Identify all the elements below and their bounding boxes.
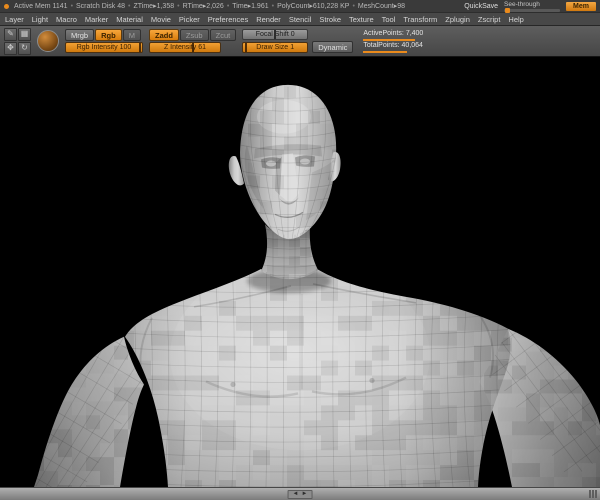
menu-texture[interactable]: Texture [349, 15, 374, 24]
mrgb-button[interactable]: Mrgb [65, 29, 95, 41]
active-mem: Active Mem 1141 [14, 2, 68, 10]
dynamic-button[interactable]: Dynamic [312, 41, 354, 53]
zbrush-window: Active Mem 1141 Scratch Disk 48 ZTime▸1,… [0, 0, 600, 500]
tool-icon-cluster: ✎ ▦ ✥ ↻ [4, 27, 31, 55]
focal-shift-value: 0 [290, 31, 295, 38]
canvas-scroll-handle[interactable]: ◄ ► [287, 489, 313, 499]
menu-macro[interactable]: Macro [56, 15, 77, 24]
menu-layer[interactable]: Layer [5, 15, 24, 24]
viewport-canvas[interactable] [0, 57, 600, 487]
meshcount: MeshCount▸98 [352, 2, 405, 10]
scroll-right-icon[interactable]: ► [302, 491, 308, 497]
rgb-intensity-label: Rgb Intensity [76, 44, 118, 51]
z-intensity-value: 61 [198, 44, 207, 51]
time: Time▸1.961 [227, 2, 268, 10]
edit-icon[interactable]: ✎ [4, 27, 17, 41]
rgb-intensity-value: 100 [119, 44, 132, 51]
zsub-button[interactable]: Zsub [179, 29, 209, 41]
mem-button[interactable]: Mem [566, 1, 596, 11]
status-indicator-icon [4, 3, 9, 9]
menu-stroke[interactable]: Stroke [319, 15, 341, 24]
see-through-slider[interactable] [504, 7, 561, 13]
scroll-left-icon[interactable]: ◄ [293, 491, 299, 497]
menu-help[interactable]: Help [508, 15, 523, 24]
active-points: ActivePoints: 7,400 [363, 29, 424, 37]
rgb-intensity-slider[interactable]: Rgb Intensity 100 [65, 42, 143, 53]
menu-zplugin[interactable]: Zplugin [445, 15, 470, 24]
resize-grip-icon[interactable] [589, 490, 597, 498]
points-readout: ActivePoints: 7,400 TotalPoints: 40,064 [363, 30, 423, 53]
menu-zscript[interactable]: Zscript [478, 15, 501, 24]
draw-size-slider[interactable]: Draw Size 1 [242, 41, 309, 53]
active-points-bar[interactable] [363, 38, 416, 41]
move-icon[interactable]: ✥ [4, 41, 17, 55]
ztime: ZTime▸1,358 [128, 2, 175, 10]
menu-transform[interactable]: Transform [403, 15, 437, 24]
rgb-button[interactable]: Rgb [95, 29, 122, 41]
brush-preview[interactable] [37, 30, 59, 52]
see-through-control[interactable]: See-through [504, 0, 561, 13]
focal-shift-slider[interactable]: Focal Shift 0 [242, 29, 309, 40]
m-button[interactable]: M [122, 29, 141, 41]
draw-icon[interactable]: ▦ [18, 27, 31, 41]
rtime: RTime▸2,026 [177, 2, 224, 10]
menu-material[interactable]: Material [116, 15, 143, 24]
menu-stencil[interactable]: Stencil [289, 15, 312, 24]
zadd-button[interactable]: Zadd [149, 29, 179, 41]
menu-picker[interactable]: Picker [179, 15, 200, 24]
draw-size-value: 1 [290, 43, 295, 51]
top-shelf: ✎ ▦ ✥ ↻ Mrgb Rgb M Rgb Intensity 100 Zad… [0, 26, 600, 57]
menu-render[interactable]: Render [256, 15, 281, 24]
z-intensity-slider[interactable]: Z Intensity 61 [149, 42, 221, 53]
zcut-button[interactable]: Zcut [209, 29, 237, 41]
viewport[interactable] [0, 57, 600, 487]
menu-movie[interactable]: Movie [151, 15, 171, 24]
menu-marker[interactable]: Marker [85, 15, 108, 24]
quicksave-button[interactable]: QuickSave [464, 3, 498, 10]
status-bar: Active Mem 1141 Scratch Disk 48 ZTime▸1,… [0, 0, 600, 13]
menu-bar: Layer Light Macro Marker Material Movie … [0, 12, 600, 26]
see-through-label: See-through [504, 0, 540, 8]
rotate-icon[interactable]: ↻ [18, 41, 31, 55]
scratch-disk: Scratch Disk 48 [71, 3, 125, 10]
polycount: PolyCount▸610,228 KP [272, 2, 349, 10]
focal-shift-label: Focal Shift [255, 31, 289, 38]
total-points: TotalPoints: 40,064 [363, 41, 423, 49]
menu-tool[interactable]: Tool [382, 15, 396, 24]
menu-preferences[interactable]: Preferences [208, 15, 248, 24]
menu-light[interactable]: Light [32, 15, 48, 24]
total-points-bar[interactable] [363, 50, 408, 53]
bottom-scrollbar[interactable]: ◄ ► [0, 487, 600, 500]
draw-size-label: Draw Size [256, 43, 289, 51]
